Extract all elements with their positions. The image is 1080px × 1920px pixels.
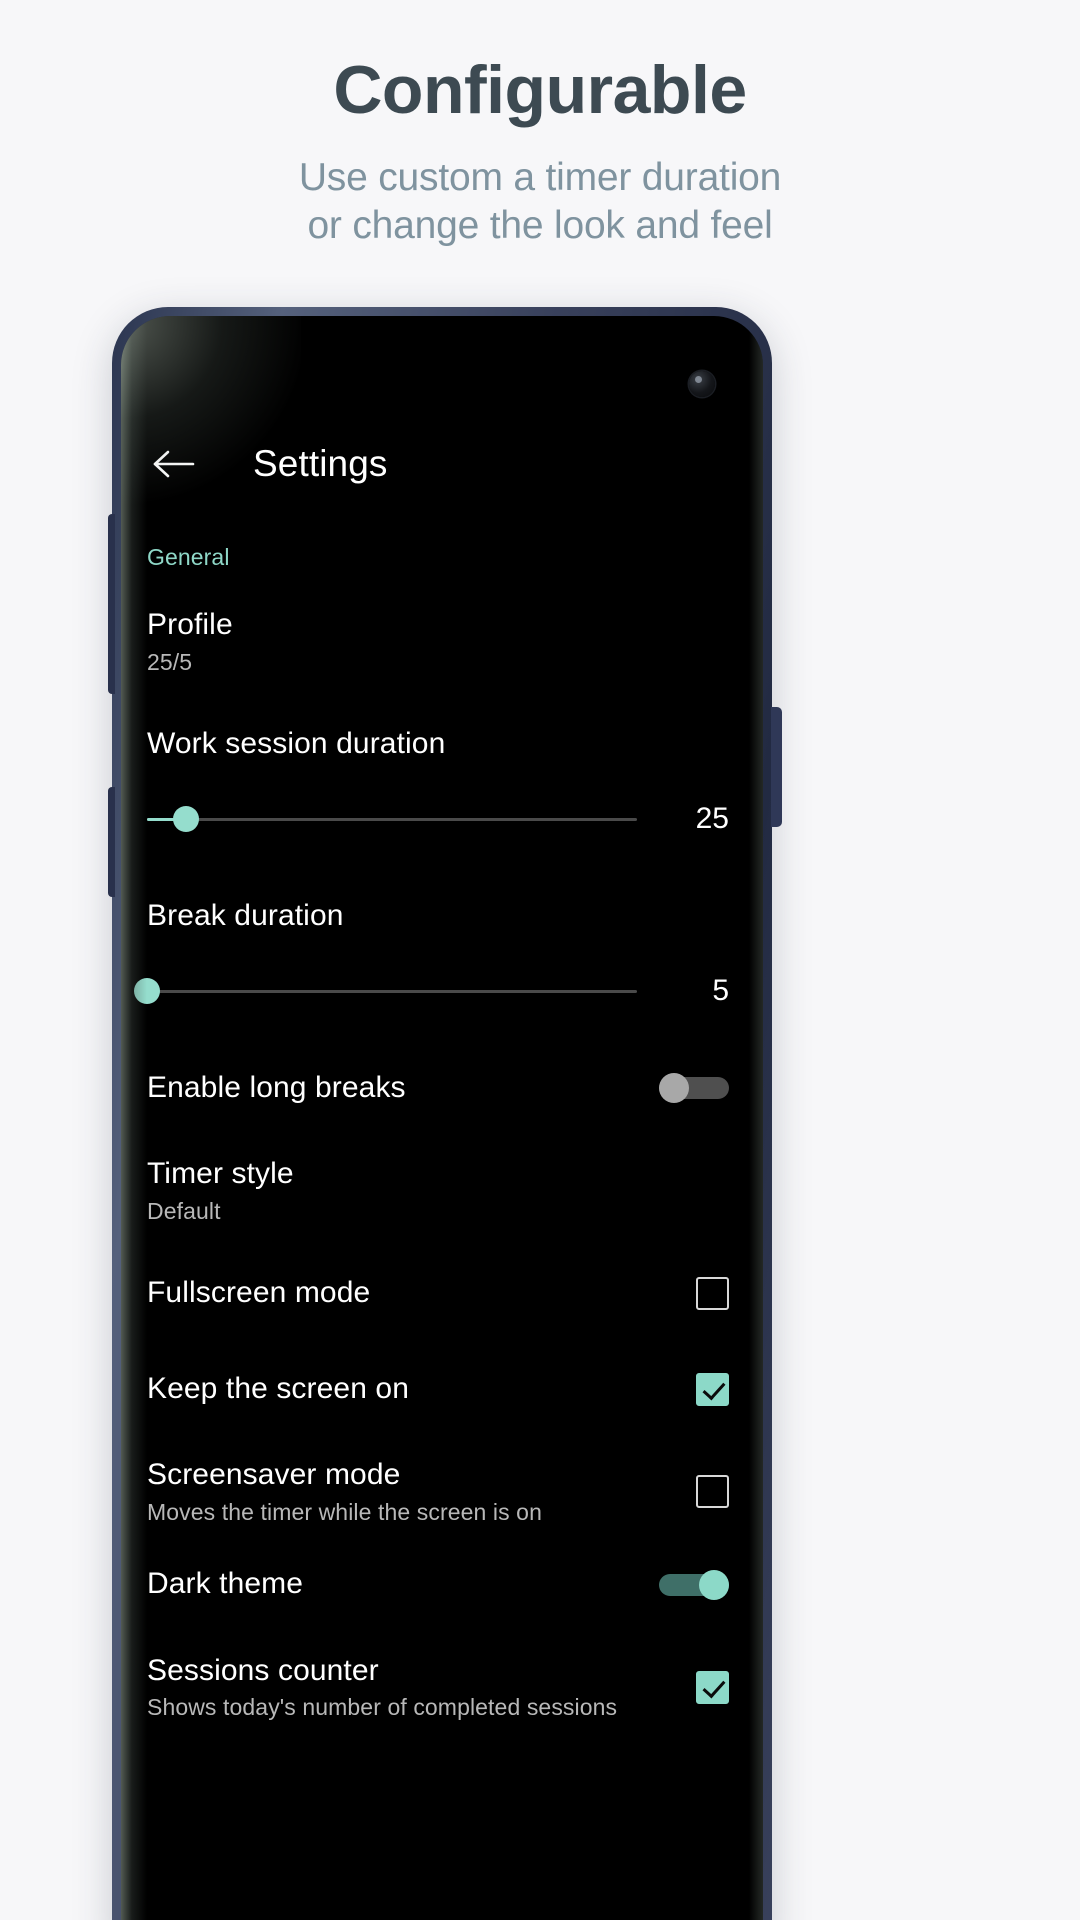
break-duration-slider[interactable] [134,974,637,1008]
screensaver-mode-checkbox[interactable] [696,1475,729,1509]
row-text-group: Sessions counter Shows today's number of… [147,1653,617,1722]
fullscreen-mode-checkbox[interactable] [696,1276,729,1310]
row-text-group: Break duration [147,898,344,935]
setting-row-fullscreen-mode[interactable]: Fullscreen mode [121,1265,763,1321]
app-bar: Settings [121,416,763,512]
setting-title: Break duration [147,898,344,932]
promo-header: Configurable Use custom a timer duration… [0,0,1080,249]
work-session-duration-value: 25 [695,802,729,836]
sessions-counter-checkbox[interactable] [696,1670,729,1704]
setting-title: Work session duration [147,726,446,760]
slider-track [147,989,637,993]
setting-title: Profile [147,608,233,641]
setting-title: Keep the screen on [147,1372,409,1406]
break-duration-value: 5 [712,974,729,1008]
promo-subtitle: Use custom a timer duration or change th… [0,154,1080,249]
setting-subtitle: 25/5 [147,648,193,675]
front-camera-icon [689,371,715,397]
dark-theme-toggle[interactable] [659,1569,729,1600]
keep-the-screen-on-checkbox[interactable] [696,1372,729,1406]
promo-title: Configurable [333,52,747,128]
row-text-group: Screensaver mode Moves the timer while t… [147,1457,542,1526]
setting-title: Sessions counter [147,1653,379,1687]
setting-title: Enable long breaks [147,1070,406,1104]
promo-subtitle-line2: or change the look and feel [307,203,773,247]
row-text-group: Timer style Default [147,1156,294,1225]
slider-thumb[interactable] [173,806,200,833]
phone-volume-down-button[interactable] [108,787,115,897]
phone-mockup: Settings General Profile 25/5 Work sessi… [108,307,782,1920]
page-title: Settings [253,443,388,484]
setting-subtitle: Shows today's number of completed sessio… [147,1694,618,1721]
row-text-group: Enable long breaks [147,1070,406,1107]
enable-long-breaks-toggle[interactable] [659,1073,729,1104]
phone-volume-up-button[interactable] [108,514,115,694]
promo-page: Configurable Use custom a timer duration… [0,0,1080,1920]
setting-row-enable-long-breaks[interactable]: Enable long breaks [121,1060,763,1116]
toggle-knob [699,1569,729,1600]
setting-subtitle: Default [147,1197,221,1224]
setting-row-work-session-duration: Work session duration [121,716,763,772]
slider-track [147,817,637,821]
slider-row-break-duration: 5 [121,962,763,1020]
promo-subtitle-line1: Use custom a timer duration [298,156,782,199]
setting-subtitle: Moves the timer while the screen is on [147,1498,542,1525]
row-text-group: Dark theme [147,1566,303,1603]
slider-row-work-session-duration: 25 [121,790,763,848]
setting-row-screensaver-mode[interactable]: Screensaver mode Moves the timer while t… [121,1457,763,1526]
settings-list: Profile 25/5 Work session duration 25 Br… [121,589,763,1722]
setting-title: Timer style [147,1157,294,1191]
setting-title: Dark theme [147,1567,304,1601]
row-text-group: Fullscreen mode [147,1275,370,1312]
phone-screen: Settings General Profile 25/5 Work sessi… [121,316,763,1920]
row-text-group: Work session duration [147,726,445,763]
setting-row-keep-the-screen-on[interactable]: Keep the screen on [121,1361,763,1417]
arrow-left-icon[interactable] [147,436,203,492]
toggle-knob [659,1073,689,1104]
settings-screen: Settings General Profile 25/5 Work sessi… [121,316,763,1920]
setting-row-sessions-counter[interactable]: Sessions counter Shows today's number of… [121,1653,763,1722]
row-text-group: Keep the screen on [147,1371,409,1408]
row-text-group: Profile 25/5 [147,607,233,676]
setting-row-dark-theme[interactable]: Dark theme [121,1557,763,1613]
setting-row-timer-style[interactable]: Timer style Default [121,1156,763,1225]
slider-thumb[interactable] [134,978,160,1005]
phone-power-button[interactable] [771,707,782,827]
setting-title: Fullscreen mode [147,1276,371,1310]
work-session-duration-slider[interactable] [147,802,637,836]
section-header-general: General [147,544,230,570]
setting-row-profile[interactable]: Profile 25/5 [121,607,763,676]
setting-row-break-duration: Break duration [121,888,763,944]
setting-title: Screensaver mode [147,1458,401,1492]
